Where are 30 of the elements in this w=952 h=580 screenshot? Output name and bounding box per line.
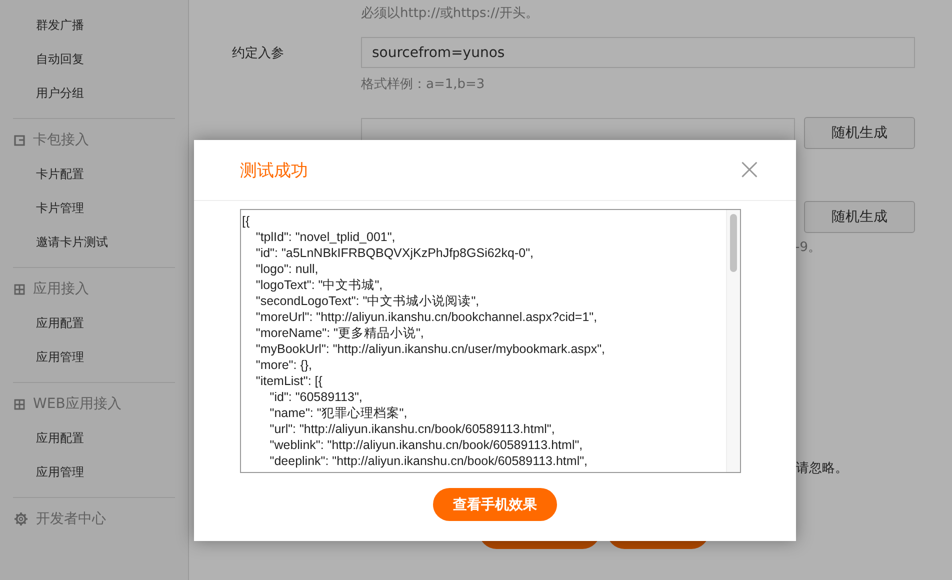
sidebar-item[interactable]: 卡片管理	[13, 191, 84, 225]
sidebar-section-title: 应用接入	[33, 280, 89, 298]
response-json: [{ "tplId": "novel_tplid_001", "id": "a5LnNBkIFRBQBQVXjKzPhJfp8GSi62kq-0", "logo": null, "logoText": "中文书城", "secondLogoText": "中文书城小说阅读", "moreUrl": "http://aliyun.ikanshu.cn/bookchannel.aspx?cid=1", "moreName": "更多精品小说", "myBookUrl": "http://aliyun.ikanshu.cn/user/mybookmark.aspx", "more": {}, "itemList": [{ "id": "60589113", "name": "犯罪心理档案", "url": "http://aliyun.ikanshu.cn/book/60589113.html", "weblink": "http://aliyun.ikanshu.cn/book/60589113.html", "deeplink": "http://aliyun.ikanshu.cn/book/60589113.html",	[241, 213, 606, 470]
sidebar-item[interactable]: 用户分组	[0, 76, 84, 110]
grid-icon	[14, 398, 25, 410]
url-hint: 必须以http://或https://开头。	[361, 5, 538, 22]
field-label: 约定入参	[232, 44, 285, 62]
key-hint: -9。	[795, 239, 821, 256]
response-text-area[interactable]	[240, 209, 741, 473]
param-input-field[interactable]: sourcefrom=yunos	[361, 37, 915, 68]
sidebar-item[interactable]: 邀请卡片测试	[13, 225, 108, 259]
sidebar-section-title: WEB应用接入	[33, 395, 122, 413]
sidebar-item[interactable]: 卡片配置	[13, 157, 84, 191]
sidebar-item[interactable]: 自动回复	[0, 42, 84, 76]
settings-icon	[14, 512, 28, 526]
notice-text: 请忽略。	[796, 460, 848, 477]
generate-button[interactable]: 随机生成	[804, 117, 915, 149]
sidebar-item[interactable]: 应用管理	[13, 455, 84, 489]
dialog-title: 测试成功	[240, 160, 308, 182]
sidebar-item[interactable]: 应用配置	[13, 306, 84, 340]
scrollbar-thumb[interactable]	[730, 214, 737, 272]
sidebar-item[interactable]: 应用管理	[13, 340, 84, 374]
card-icon	[14, 134, 25, 146]
format-hint: 格式样例：a=1,b=3	[361, 76, 485, 93]
sidebar-section-title: 卡包接入	[33, 131, 89, 149]
generate-button[interactable]: 随机生成	[804, 201, 915, 233]
sidebar-item[interactable]: 群发广播	[0, 8, 84, 42]
grid-icon	[14, 284, 25, 294]
sidebar-item[interactable]: 应用配置	[13, 421, 84, 455]
sidebar-section-title: 开发者中心	[36, 510, 106, 528]
